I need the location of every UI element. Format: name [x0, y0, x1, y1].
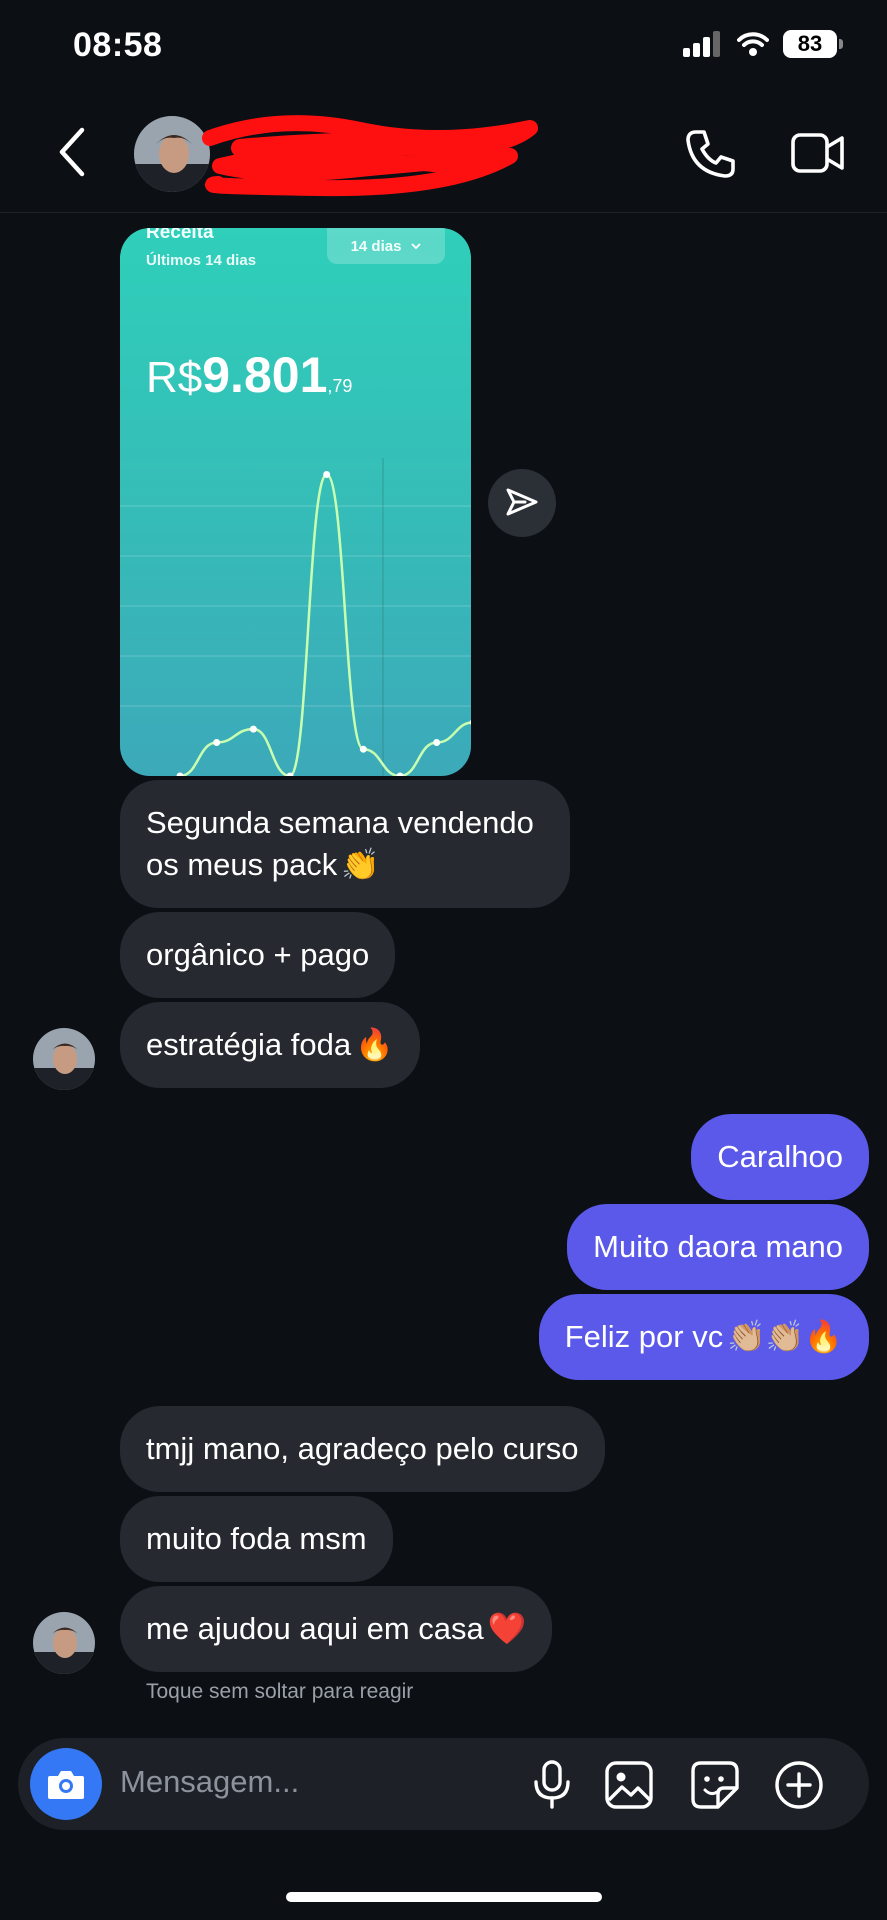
amount-currency: R$ [146, 353, 203, 402]
reaction-hint: Toque sem soltar para reagir [146, 1680, 414, 1703]
chart-point [396, 772, 404, 776]
card-subtitle: Últimos 14 dias [146, 252, 257, 269]
message-text: orgânico + pago [146, 937, 370, 972]
wifi-icon [737, 32, 769, 56]
cellular-signal-icon [683, 31, 720, 57]
amount-main: 9.801 [202, 347, 328, 403]
sender-avatar[interactable] [33, 1612, 95, 1674]
chat-header [0, 96, 887, 213]
sender-avatar[interactable] [33, 1028, 95, 1090]
chart-point [359, 745, 367, 753]
camera-button[interactable] [30, 1748, 102, 1820]
chart-series-line [179, 473, 471, 776]
message-text: estratégia foda 🔥 [146, 1027, 394, 1063]
status-icons: 83 [683, 30, 843, 58]
chart-point [323, 471, 331, 478]
period-dropdown: 14 dias [327, 228, 445, 264]
message-input[interactable]: Mensagem... [120, 1764, 299, 1800]
card-title: Receita [146, 228, 214, 243]
plus-icon[interactable] [774, 1760, 824, 1810]
status-time: 08:58 [73, 26, 163, 64]
camera-icon [48, 1771, 84, 1799]
chevron-down-icon [411, 243, 422, 250]
chart-point [213, 739, 221, 746]
period-dropdown-label: 14 dias [350, 237, 402, 255]
phone-icon[interactable] [684, 128, 736, 180]
video-icon[interactable] [790, 130, 846, 176]
message-text: Segunda semana vendendo os meus pack 👏 [146, 805, 534, 883]
message-bubble-outgoing[interactable]: Feliz por vc 👏🏼👏🏼🔥 [538, 1294, 869, 1380]
message-bubble-incoming[interactable]: muito foda msm [120, 1496, 393, 1582]
contact-avatar[interactable] [134, 116, 210, 192]
message-composer: Mensagem... [18, 1738, 869, 1830]
message-bubble-incoming[interactable]: Segunda semana vendendo os meus pack 👏 [120, 780, 570, 908]
message-text: Caralhoo [717, 1139, 843, 1174]
message-bubble-outgoing[interactable]: Muito daora mano [567, 1204, 869, 1290]
microphone-icon[interactable] [530, 1760, 574, 1810]
message-bubble-incoming[interactable]: me ajudou aqui em casa ❤️ [120, 1586, 553, 1672]
chart-point [176, 772, 184, 776]
message-text: tmjj mano, agradeço pelo curso [146, 1431, 579, 1466]
send-icon [506, 488, 538, 516]
revenue-amount: R$9.801,79 [146, 346, 352, 404]
home-indicator [286, 1892, 602, 1902]
message-bubble-incoming[interactable]: estratégia foda 🔥 [120, 1002, 420, 1088]
back-icon[interactable] [56, 124, 88, 180]
chart-point [249, 725, 257, 733]
message-text: Muito daora mano [593, 1229, 843, 1264]
message-text: me ajudou aqui em casa ❤️ [146, 1611, 527, 1647]
message-text: Feliz por vc 👏🏼👏🏼🔥 [564, 1319, 843, 1355]
revenue-chart [120, 458, 471, 776]
share-button[interactable] [488, 469, 556, 537]
battery-indicator: 83 [783, 30, 843, 58]
message-bubble-outgoing[interactable]: Caralhoo [691, 1114, 869, 1200]
shared-revenue-card[interactable]: Receita Últimos 14 dias 14 dias R$9.801,… [120, 228, 471, 776]
message-bubble-incoming[interactable]: orgânico + pago [120, 912, 396, 998]
chart-point [433, 739, 441, 746]
amount-cents: ,79 [327, 376, 353, 396]
message-text: muito foda msm [146, 1521, 367, 1556]
message-bubble-incoming[interactable]: tmjj mano, agradeço pelo curso [120, 1406, 605, 1492]
sticker-icon[interactable] [690, 1760, 740, 1810]
gallery-icon[interactable] [604, 1760, 654, 1810]
status-bar: 08:58 83 [0, 0, 887, 96]
redacted-contact-name [202, 115, 538, 197]
chart-point [469, 719, 471, 726]
